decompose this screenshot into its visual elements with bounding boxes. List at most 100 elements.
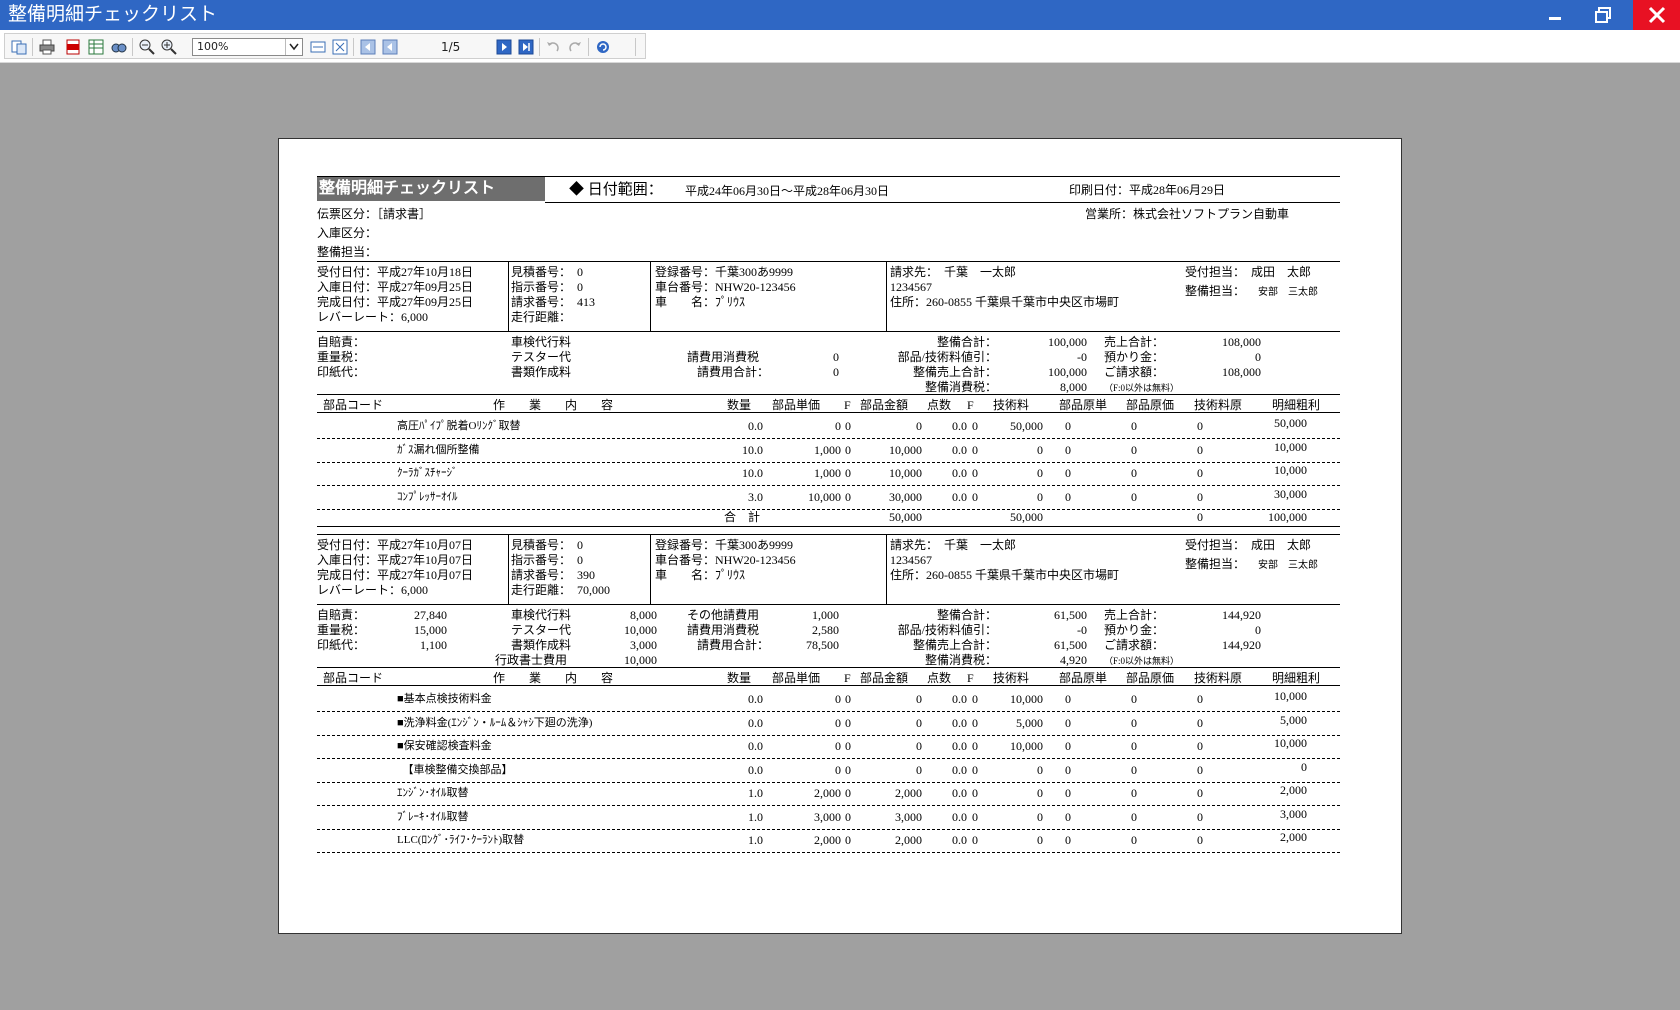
part-unit-price: 10,000 bbox=[808, 489, 841, 504]
rule-line bbox=[508, 534, 509, 604]
column-header: 技術料 bbox=[993, 671, 1030, 685]
cost-tc: 0 bbox=[1197, 833, 1203, 847]
cost-pc: 0 bbox=[1131, 762, 1137, 777]
fit-width-icon[interactable] bbox=[310, 39, 326, 55]
f1-flag: 0 bbox=[845, 419, 851, 433]
sales-value: 108,000 bbox=[1222, 365, 1261, 379]
forward-icon[interactable] bbox=[567, 39, 583, 55]
last-page-icon[interactable] bbox=[518, 39, 534, 55]
cost-profit: 3,000 bbox=[1280, 806, 1307, 821]
cost-pu: 0 bbox=[1065, 809, 1071, 824]
work-description: 【車検整備交換部品】 bbox=[397, 763, 513, 776]
restore-icon bbox=[1595, 7, 1611, 23]
expense-label: 請費用合計： bbox=[697, 638, 770, 652]
zoom-value: 100% bbox=[197, 40, 229, 53]
f1-flag: 0 bbox=[845, 809, 851, 824]
receipt-info-line: レバーレート：6,000 bbox=[317, 310, 429, 324]
rule-line bbox=[886, 534, 887, 604]
cost-tc: 0 bbox=[1197, 692, 1203, 706]
rule-line bbox=[317, 667, 1340, 668]
work-description: ｸｰﾗｶﾞｽﾁｬｰｼﾞ bbox=[397, 467, 458, 479]
maintenance-staff-name: 安部 三太郎 bbox=[1258, 287, 1318, 298]
fee-label: テスター代 bbox=[511, 623, 572, 637]
fee-label: 書類作成料 bbox=[511, 638, 572, 652]
fee-label: 印紙代： bbox=[317, 638, 366, 652]
excel-export-icon[interactable] bbox=[88, 39, 104, 55]
column-header: 部品単価 bbox=[772, 671, 821, 685]
part-amount: 3,000 bbox=[895, 809, 922, 824]
next-page-icon[interactable] bbox=[496, 39, 512, 55]
cost-profit: 0 bbox=[1301, 759, 1307, 774]
rule-line bbox=[886, 261, 887, 331]
cost-tc: 0 bbox=[1197, 466, 1203, 480]
back-icon[interactable] bbox=[545, 39, 561, 55]
sales-label: 預かり金： bbox=[1104, 623, 1165, 637]
maintenance-sum-label: 整備消費税： bbox=[924, 653, 997, 667]
cost-profit: 30,000 bbox=[1274, 486, 1307, 501]
zoom-out-icon[interactable] bbox=[139, 39, 155, 55]
part-unit-price: 0 bbox=[835, 692, 841, 706]
find-icon[interactable] bbox=[111, 39, 127, 55]
voucher-number-line: 見積番号： 0 bbox=[511, 265, 584, 279]
rule-line bbox=[317, 781, 1340, 783]
restore-button[interactable] bbox=[1580, 0, 1626, 30]
zoom-select[interactable]: 100% bbox=[192, 38, 303, 56]
free-note: （F:0以外は無料） bbox=[1104, 383, 1180, 393]
zoom-in-icon[interactable] bbox=[161, 39, 177, 55]
points: 0.0 bbox=[952, 809, 967, 824]
pdf-export-icon[interactable] bbox=[65, 39, 81, 55]
previous-page-icon[interactable] bbox=[382, 39, 398, 55]
fee-label: テスター代 bbox=[511, 350, 572, 364]
sales-value: 108,000 bbox=[1222, 335, 1261, 349]
maintenance-staff: 整備担当： bbox=[317, 245, 378, 259]
column-header: 点数 bbox=[927, 671, 952, 685]
maintenance-sum-label: 部品/技術料値引： bbox=[897, 623, 997, 637]
part-unit-price: 3,000 bbox=[814, 809, 841, 824]
fee-value: 3,000 bbox=[630, 638, 657, 652]
copy-icon[interactable] bbox=[11, 39, 27, 55]
column-header: 作 業 内 容 bbox=[493, 398, 614, 412]
refresh-icon[interactable] bbox=[595, 39, 611, 55]
address: 住所：260-0855 千葉県千葉市中央区市場町 bbox=[890, 568, 1119, 582]
rule-line bbox=[317, 852, 1340, 853]
close-button[interactable] bbox=[1633, 0, 1680, 30]
f1-flag: 0 bbox=[845, 489, 851, 504]
cost-profit: 5,000 bbox=[1280, 712, 1307, 727]
points: 0.0 bbox=[952, 786, 967, 800]
voucher-number-line: 走行距離： bbox=[511, 310, 572, 324]
minimize-icon bbox=[1549, 17, 1561, 20]
quantity: 1.0 bbox=[748, 833, 763, 847]
maintenance-sum-value: 61,500 bbox=[1054, 608, 1087, 622]
table-row: ■洗浄料金(ｴﾝｼﾞﾝ・ﾙｰﾑ＆ｼｬｼ下廻の洗浄) 0.0 0 0 0 0.0 0 5,000… bbox=[317, 712, 1340, 736]
rule-line bbox=[317, 828, 1340, 830]
vehicle-info-line: 車 名：ﾌﾟﾘｳｽ bbox=[655, 568, 746, 582]
expense-value: 0 bbox=[833, 365, 839, 379]
cost-pu: 0 bbox=[1065, 715, 1071, 730]
column-header: F bbox=[967, 671, 974, 685]
cost-profit: 10,000 bbox=[1274, 689, 1307, 703]
fee-label: 自賠責： bbox=[317, 335, 366, 349]
cost-pc: 0 bbox=[1131, 419, 1137, 433]
quantity: 0.0 bbox=[748, 739, 763, 753]
print-icon[interactable] bbox=[39, 39, 55, 55]
fee-label: 車検代行料 bbox=[511, 335, 572, 349]
part-unit-price: 2,000 bbox=[814, 786, 841, 800]
receipt-info-line: 入庫日付：平成27年09月25日 bbox=[317, 280, 474, 294]
maintenance-sum-label: 整備売上合計： bbox=[912, 638, 997, 652]
voucher-number-line: 指示番号： 0 bbox=[511, 553, 584, 567]
branch: 営業所：株式会社ソフトプラン自動車 bbox=[1085, 207, 1290, 221]
viewer-toolbar: 100% 1/5 bbox=[0, 30, 1680, 63]
cost-pc: 0 bbox=[1131, 466, 1137, 480]
sales-label: 売上合計： bbox=[1104, 608, 1165, 622]
rule-line bbox=[317, 394, 1340, 395]
sales-label: ご請求額： bbox=[1104, 638, 1165, 652]
voucher-number-line: 指示番号： 0 bbox=[511, 280, 584, 294]
f1-flag: 0 bbox=[845, 786, 851, 800]
cost-pc: 0 bbox=[1131, 809, 1137, 824]
minimize-button[interactable] bbox=[1532, 0, 1578, 30]
rule-line bbox=[317, 534, 1340, 535]
first-page-icon[interactable] bbox=[360, 39, 376, 55]
cost-tc: 0 bbox=[1197, 442, 1203, 457]
fit-page-icon[interactable] bbox=[332, 39, 348, 55]
report-title: 整備明細チェックリスト bbox=[317, 177, 545, 201]
